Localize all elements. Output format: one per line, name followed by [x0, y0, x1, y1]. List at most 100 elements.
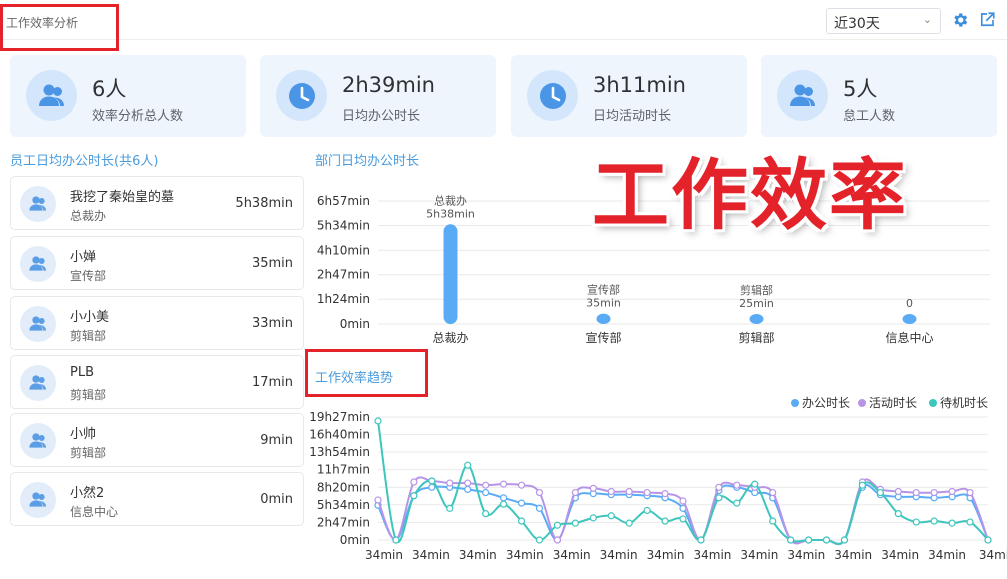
card-label: 日均办公时长: [342, 109, 421, 124]
x-tick-label: 34min: [365, 548, 403, 562]
y-tick-label: 2h47min: [317, 515, 370, 529]
summary-card-avg-office-time: 2h39min 日均办公时长: [260, 55, 496, 137]
x-tick-label: 34min: [459, 548, 497, 562]
data-point: [446, 504, 454, 512]
data-point: [535, 536, 544, 544]
avatar: [20, 246, 56, 282]
x-tick-label: 剪辑部: [738, 330, 774, 345]
y-tick-label: 5h34min: [317, 498, 370, 512]
data-point: [679, 515, 687, 523]
data-point: [464, 485, 472, 494]
data-point: [553, 536, 562, 544]
users-icon: [29, 316, 46, 331]
employee-name: 小然2: [70, 486, 105, 501]
x-tick-label: 34min: [740, 548, 778, 562]
legend-marker: [858, 399, 866, 407]
data-point: [715, 483, 723, 491]
employee-list-item[interactable]: PLB 剪辑部 17min: [10, 355, 304, 409]
data-point: [571, 488, 579, 497]
data-point: [625, 487, 633, 496]
employee-dept: 总裁办: [70, 209, 107, 223]
employee-name: PLB: [70, 365, 95, 380]
users-icon: [29, 492, 46, 507]
bar: [443, 224, 458, 324]
bar: [749, 314, 764, 324]
summary-card-total-people: 6人 效率分析总人数: [10, 55, 246, 137]
card-icon-circle: [26, 70, 77, 121]
x-tick-label: 信息中心: [885, 330, 933, 345]
employee-dept: 剪辑部: [70, 388, 107, 402]
data-point: [697, 536, 705, 544]
data-point: [643, 506, 651, 515]
data-point: [822, 536, 831, 544]
data-point: [446, 479, 454, 487]
data-point: [894, 510, 902, 518]
employee-list-item[interactable]: 小小美 剪辑部 33min: [10, 296, 304, 350]
employee-duration: 5h38min: [235, 196, 293, 211]
data-point: [715, 494, 723, 502]
bar-value-label: 5h38min: [426, 207, 475, 220]
data-point: [410, 492, 418, 500]
data-point: [894, 487, 902, 496]
data-point: [966, 518, 974, 526]
data-point: [679, 497, 687, 505]
employee-name: 小婵: [70, 250, 97, 265]
employee-list-item[interactable]: 小然2 信息中心 0min: [10, 472, 304, 526]
y-tick-label: 11h7min: [317, 463, 370, 477]
card-label: 效率分析总人数: [92, 109, 184, 124]
card-value: 2h39min: [342, 73, 435, 97]
data-point: [930, 488, 938, 497]
users-icon: [39, 84, 64, 106]
data-point: [553, 521, 562, 529]
top-bar: 工作效率分析 近30天 ⌄: [0, 0, 1007, 40]
legend-label: 办公时长: [802, 395, 850, 410]
data-point: [912, 518, 920, 526]
y-tick-label: 0min: [340, 533, 370, 547]
employee-list-item[interactable]: 小帅 剪辑部 9min: [10, 413, 304, 467]
employee-list-item[interactable]: 我挖了秦始皇的墓 总裁办 5h38min: [10, 176, 304, 230]
users-icon: [790, 84, 815, 106]
employee-list-item[interactable]: 小婵 宣传部 35min: [10, 236, 304, 290]
data-point: [858, 481, 867, 489]
overlay-caption: 工作效率: [592, 152, 908, 241]
bar: [596, 313, 611, 324]
bar-series-label: 剪辑部: [740, 283, 773, 297]
data-point: [804, 536, 813, 544]
data-point: [876, 488, 884, 497]
export-icon[interactable]: [978, 11, 996, 29]
users-icon: [29, 196, 46, 211]
data-point: [374, 417, 382, 425]
legend-label: 待机时长: [940, 396, 988, 410]
trend-line-chart: 0min 2h47min 5h34min 8h20min 11h7min 13h54min…: [310, 395, 1007, 562]
card-value: 5人: [843, 77, 878, 101]
data-point: [643, 488, 651, 497]
legend-marker: [929, 399, 937, 407]
summary-card-idle-people: 5人 怠工人数: [761, 55, 997, 137]
bar-value-label: 25min: [739, 297, 774, 310]
data-point: [517, 499, 526, 507]
chevron-down-icon: ⌄: [922, 13, 932, 26]
period-select[interactable]: 近30天 ⌄: [826, 8, 941, 34]
employee-duration: 9min: [260, 433, 293, 448]
employee-duration: 33min: [251, 316, 293, 331]
employee-name: 小帅: [70, 427, 97, 442]
legend-label: 活动时长: [869, 396, 917, 410]
data-point: [751, 480, 759, 488]
data-point: [374, 496, 382, 504]
data-point: [661, 490, 669, 498]
card-value: 6人: [92, 77, 127, 101]
bar-series-label: 宣传部: [587, 283, 620, 297]
data-point: [499, 480, 508, 488]
y-tick-label: 6h57min: [317, 194, 370, 208]
gear-icon[interactable]: [951, 11, 969, 29]
employee-dept: 宣传部: [70, 269, 107, 283]
card-icon-circle: [527, 70, 578, 121]
data-point: [769, 517, 777, 525]
data-point: [840, 536, 849, 544]
x-tick-label: 34min: [647, 548, 685, 562]
data-point: [733, 481, 741, 489]
data-point: [948, 519, 956, 527]
users-icon: [29, 256, 46, 271]
x-tick-label: 34min: [412, 548, 450, 562]
employee-duration: 17min: [251, 375, 293, 390]
